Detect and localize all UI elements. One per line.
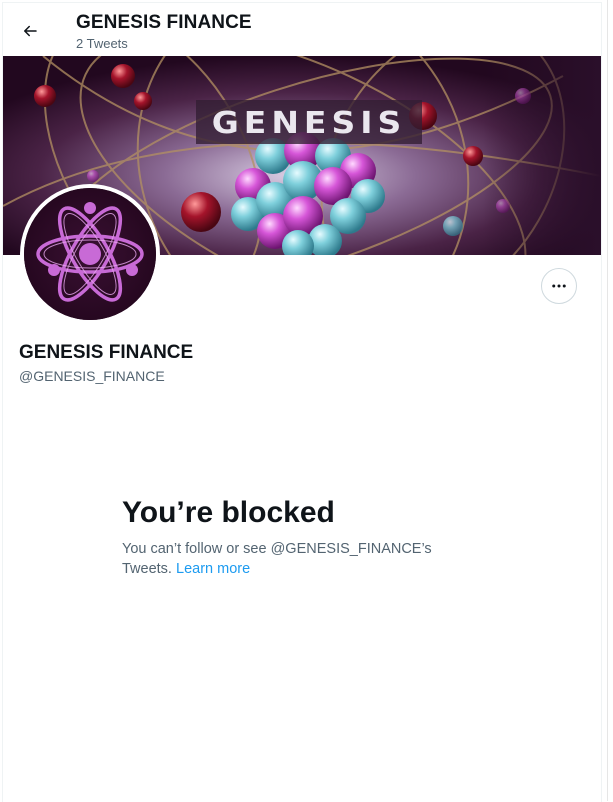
atom-icon [24, 188, 156, 320]
avatar-image [24, 188, 156, 320]
scrollbar-divider [607, 0, 608, 801]
blocked-description: You can’t follow or see @GENESIS_FINANCE… [122, 539, 482, 579]
blocked-notice: You’re blocked You can’t follow or see @… [122, 495, 482, 579]
banner-logo-text: GENESIS [211, 104, 407, 140]
learn-more-link[interactable]: Learn more [176, 561, 250, 577]
more-horizontal-icon [552, 284, 566, 288]
header-title: GENESIS FINANCE [76, 12, 252, 33]
profile-header: GENESIS FINANCE 2 Tweets [3, 3, 601, 56]
blocked-title: You’re blocked [122, 496, 335, 529]
back-button[interactable] [17, 18, 43, 44]
banner-logo: GENESIS [196, 100, 422, 144]
profile-handle: @GENESIS_FINANCE [19, 368, 165, 384]
profile-column: GENESIS FINANCE 2 Tweets GENESIS GENESIS… [2, 2, 602, 802]
tweet-count: 2 Tweets [76, 36, 128, 51]
arrow-left-icon [24, 25, 37, 37]
avatar[interactable] [20, 184, 160, 324]
blocked-description-text: You can’t follow or see @GENESIS_FINANCE… [122, 541, 432, 577]
profile-name: GENESIS FINANCE [19, 342, 194, 363]
more-options-button[interactable] [541, 268, 577, 304]
